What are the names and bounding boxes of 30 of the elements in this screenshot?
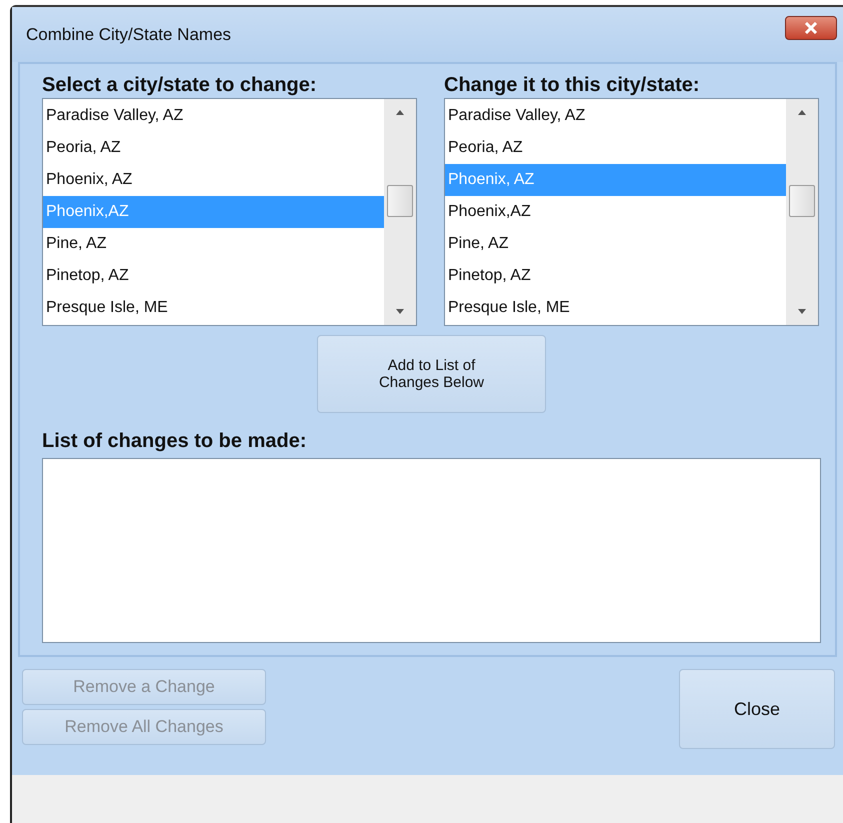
list-item[interactable]: Paradise Valley, AZ [445, 100, 786, 132]
list-item[interactable]: Paradise Valley, AZ [43, 100, 384, 132]
close-button[interactable]: Close [679, 669, 835, 749]
close-icon [803, 22, 819, 34]
list-item[interactable]: Pine, AZ [43, 228, 384, 260]
list-item[interactable]: Peoria, AZ [445, 132, 786, 164]
list-item[interactable]: Pine, AZ [445, 228, 786, 260]
list-item[interactable]: Presque Isle, ME [445, 292, 786, 324]
scrollbar[interactable] [384, 99, 416, 325]
scroll-down-icon[interactable] [797, 309, 807, 315]
list-label: Select a city/state to change: [42, 74, 318, 97]
close-button[interactable] [785, 16, 837, 40]
city-list[interactable]: Paradise Valley, AZ Peoria, AZ Phoenix, AZ Phoenix,AZ Pine, AZ Pinetop, AZ Presque Isle, ME [42, 98, 417, 326]
scroll-up-icon[interactable] [797, 109, 807, 115]
list-item[interactable]: Pinetop, AZ [445, 260, 786, 292]
scroll-down-icon[interactable] [395, 309, 405, 315]
list-item[interactable]: Phoenix, AZ [43, 164, 384, 196]
list-item[interactable]: Peoria, AZ [43, 132, 384, 164]
scroll-thumb[interactable] [789, 185, 815, 217]
list-item[interactable]: Phoenix,AZ [445, 196, 786, 228]
city-list[interactable]: Paradise Valley, AZ Peoria, AZ Phoenix, AZ Phoenix,AZ Pine, AZ Pinetop, AZ Presque Isle, ME [444, 98, 819, 326]
list-item[interactable]: Pinetop, AZ [43, 260, 384, 292]
scroll-up-icon[interactable] [395, 109, 405, 115]
add-button[interactable]: Add to List of Changes Below [317, 335, 546, 413]
scroll-thumb[interactable] [387, 185, 413, 217]
list-item[interactable]: Presque Isle, ME [43, 292, 384, 324]
scrollbar[interactable] [786, 99, 818, 325]
changes-label: List of changes to be made: [42, 430, 308, 453]
window-title: Combine City/State Names [26, 24, 232, 44]
list-label: Change it to this city/state: [444, 74, 701, 97]
